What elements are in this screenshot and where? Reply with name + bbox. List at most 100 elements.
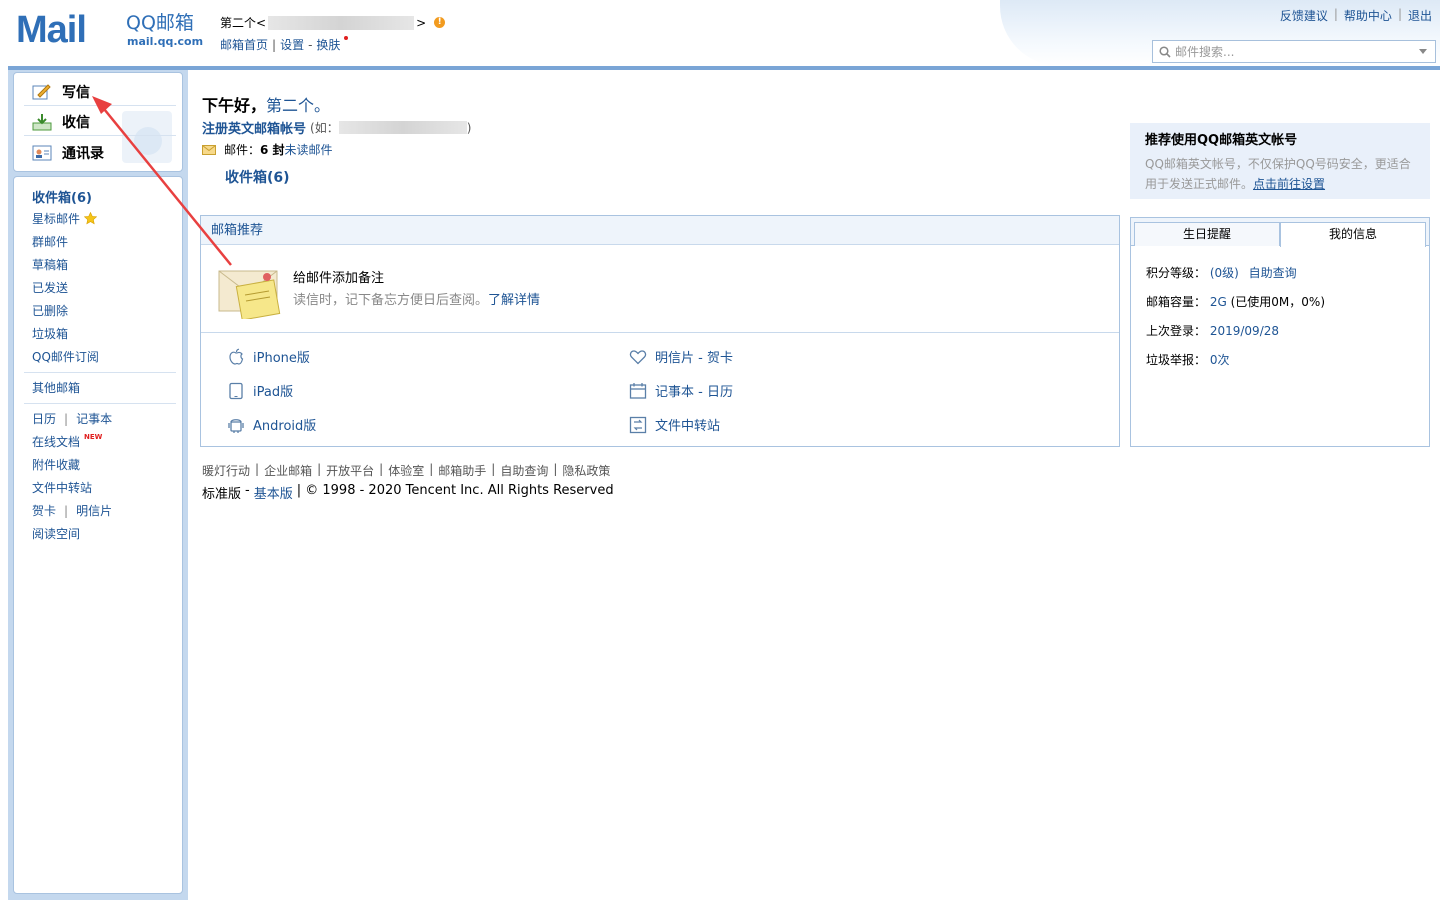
app-iphone[interactable]: iPhone版 [227, 347, 310, 366]
blurred-example-address [338, 121, 467, 134]
primary-nav: 写信 收信 通讯录 [13, 72, 183, 172]
footer-link-privacy[interactable]: 隐私政策 [562, 462, 610, 479]
tip-description: 读信时，记下备忘方便日后查阅。了解详情 [293, 289, 540, 308]
new-dot-icon [344, 35, 349, 40]
register-example-label: (如： [310, 121, 339, 135]
tab-birthday-reminder[interactable]: 生日提醒 [1134, 222, 1280, 246]
online-docs-item[interactable]: 在线文档 NEW [32, 433, 102, 450]
folder-sent[interactable]: 已发送 [32, 279, 68, 296]
greeting: 下午好，第二个。 [202, 92, 330, 116]
go-to-settings-link[interactable]: 点击前往设置 [1253, 177, 1325, 191]
learn-more-link[interactable]: 了解详情 [488, 293, 540, 308]
folder-file-transfer[interactable]: 文件中转站 [32, 479, 92, 496]
compose-icon [32, 84, 51, 100]
app-notebook[interactable]: 记事本 - 日历 [629, 381, 733, 400]
folder-divider [24, 372, 176, 373]
contacts-icon [32, 145, 52, 161]
logo-brand-text: QQ邮箱 [126, 12, 194, 34]
contacts-label: 通讯录 [62, 146, 104, 162]
folder-deleted[interactable]: 已删除 [32, 302, 68, 319]
file-transfer-icon [629, 416, 647, 433]
logo-mail-text: Mail [16, 9, 87, 51]
feedback-link[interactable]: 反馈建议 [1280, 7, 1328, 24]
app-ipad[interactable]: iPad版 [227, 381, 293, 400]
top-bar: Mail QQ邮箱 mail.qq.com 第二个< > ! 邮箱首页 | 设置… [0, 0, 1440, 66]
logout-link[interactable]: 退出 [1408, 7, 1432, 24]
account-info: 第二个< > ! 邮箱首页 | 设置 - 换肤 [220, 14, 446, 53]
app-file-transfer[interactable]: 文件中转站 [629, 415, 720, 434]
tab-my-info[interactable]: 我的信息 [1280, 222, 1426, 247]
info-panel: 生日提醒 我的信息 积分等级： (0级) 自助查询 邮箱容量： 2G (已使用0… [1130, 217, 1430, 447]
compose-button[interactable]: 写信 [32, 82, 90, 102]
unread-mail-link[interactable]: 未读邮件 [285, 143, 333, 157]
online-docs-label: 在线文档 [32, 435, 81, 449]
mail-label: 邮件： [224, 143, 261, 157]
greeting-text: 下午好， [202, 96, 267, 115]
footer-link-warm-light[interactable]: 暖灯行动 [202, 462, 250, 479]
app-android-label: Android版 [253, 419, 317, 434]
self-query-link[interactable]: 自助查询 [1249, 266, 1297, 280]
folder-spam[interactable]: 垃圾箱 [32, 325, 68, 342]
mail-count: 邮件：6 封未读邮件 [202, 141, 333, 158]
folder-attachments[interactable]: 附件收藏 [32, 456, 80, 473]
receive-button[interactable]: 收信 [32, 112, 90, 132]
folder-drafts[interactable]: 草稿箱 [32, 256, 68, 273]
mailbox-recommend-panel: 邮箱推荐 给邮件添加备注 读信时，记下备忘方便日后查阅。了解详情 iPhone版… [200, 215, 1120, 447]
calendar-link[interactable]: 日历 [32, 410, 56, 427]
app-postcard[interactable]: 明信片 - 贺卡 [629, 347, 733, 366]
folder-inbox[interactable]: 收件箱(6) [32, 187, 92, 206]
top-links: 反馈建议 | 帮助中心 | 退出 [1280, 7, 1432, 24]
basic-version-link[interactable]: 基本版 [254, 483, 293, 502]
level-label: 积分等级： [1146, 266, 1207, 280]
footer-link-open-platform[interactable]: 开放平台 [326, 462, 374, 479]
folder-reading-space[interactable]: 阅读空间 [32, 525, 80, 542]
footer-link-assistant[interactable]: 邮箱助手 [438, 462, 486, 479]
app-file-transfer-label: 文件中转站 [655, 419, 721, 434]
account-name: 第二个< [220, 16, 267, 30]
app-iphone-label: iPhone版 [253, 351, 310, 366]
spam-report-label: 垃圾举报： [1146, 353, 1207, 367]
settings-link[interactable]: 设置 [280, 36, 304, 53]
app-postcard-label: 明信片 - 贺卡 [655, 351, 733, 366]
spam-report-value[interactable]: 0次 [1210, 353, 1230, 367]
info-level-row: 积分等级： (0级) 自助查询 [1146, 264, 1297, 281]
postcards-link[interactable]: 明信片 [76, 502, 112, 519]
calendar-notes-row: 日历 | 记事本 [32, 410, 112, 427]
inbox-link[interactable]: 收件箱(6) [225, 167, 290, 187]
mail-search-input[interactable]: 邮件搜索... [1152, 40, 1436, 63]
promo-description: QQ邮箱英文帐号，不仅保护QQ号码安全，更适合用于发送正式邮件。点击前往设置 [1145, 154, 1415, 194]
folder-starred[interactable]: 星标邮件 [32, 210, 98, 227]
help-center-link[interactable]: 帮助中心 [1344, 7, 1392, 24]
folder-group[interactable]: 群邮件 [32, 233, 68, 250]
notes-link[interactable]: 记事本 [76, 410, 112, 427]
footer-copyright: 标准版 - 基本版 | © 1998 - 2020 Tencent Inc. A… [202, 483, 614, 502]
account-name-close: > [416, 15, 427, 30]
search-dropdown-icon[interactable] [1419, 49, 1427, 54]
folder-other-mailboxes[interactable]: 其他邮箱 [32, 379, 80, 396]
folder-divider [24, 403, 176, 404]
last-login-label: 上次登录： [1146, 324, 1207, 338]
contacts-button[interactable]: 通讯录 [32, 143, 104, 163]
footer-link-self-query[interactable]: 自助查询 [500, 462, 548, 479]
footer-separator: | [429, 462, 434, 476]
calendar-icon [629, 382, 647, 399]
qq-mail-logo[interactable]: Mail QQ邮箱 mail.qq.com [16, 9, 203, 51]
footer-links: 暖灯行动 | 企业邮箱 | 开放平台 | 体验室 | 邮箱助手 | 自助查询 |… [202, 462, 610, 479]
cards-row: 贺卡 | 明信片 [32, 502, 112, 519]
folder-subscriptions[interactable]: QQ邮件订阅 [32, 348, 99, 365]
register-english-account-link[interactable]: 注册英文邮箱帐号 [202, 118, 306, 137]
footer-link-lab[interactable]: 体验室 [388, 462, 424, 479]
skin-link[interactable]: 换肤 [316, 36, 340, 53]
footer-separator: | [317, 462, 322, 476]
mail-home-link[interactable]: 邮箱首页 [220, 36, 268, 53]
android-icon [228, 418, 244, 433]
app-ipad-label: iPad版 [253, 385, 294, 400]
footer-link-enterprise[interactable]: 企业邮箱 [264, 462, 312, 479]
edition-label: 标准版 [202, 487, 242, 502]
cards-link[interactable]: 贺卡 [32, 502, 56, 519]
info-spam-report-row: 垃圾举报： 0次 [1146, 351, 1229, 368]
warning-icon[interactable]: ! [434, 17, 446, 28]
footer-separator: | [379, 462, 384, 476]
app-android[interactable]: Android版 [227, 415, 316, 434]
recommend-title: 邮箱推荐 [201, 216, 1119, 245]
